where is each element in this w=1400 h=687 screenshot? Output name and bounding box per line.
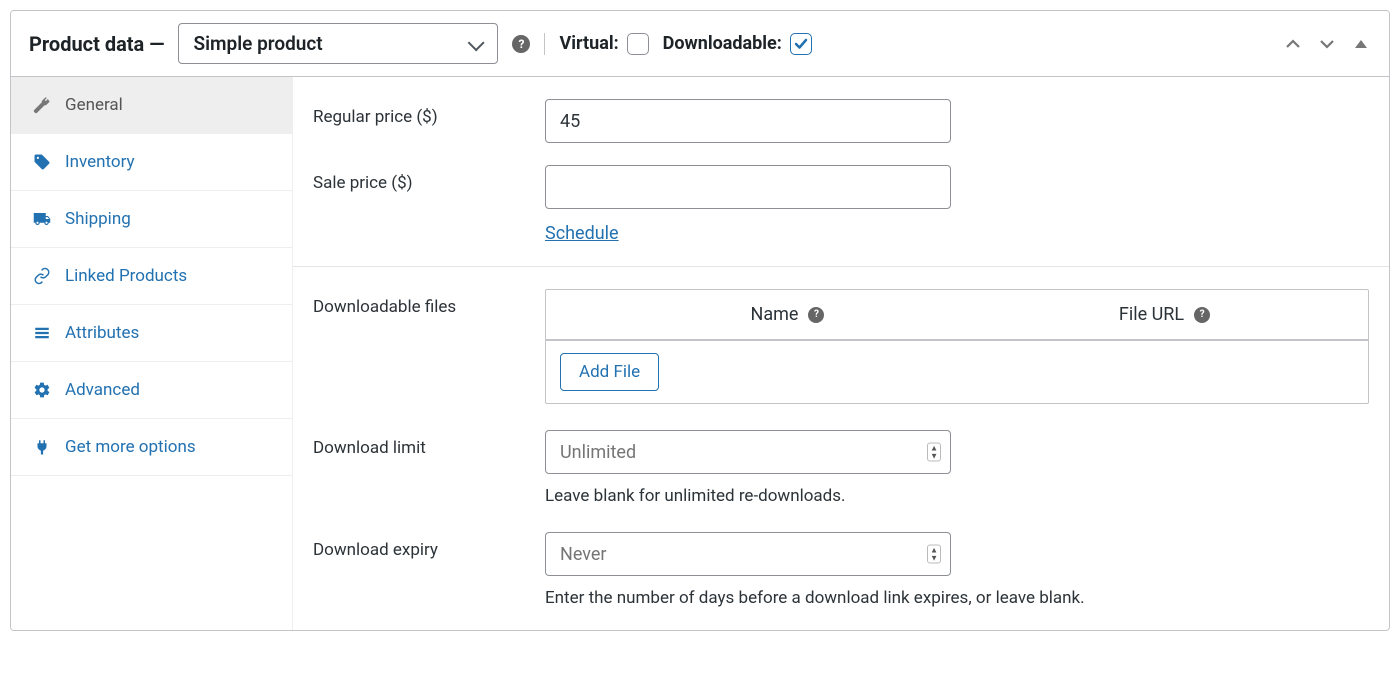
regular-price-row: Regular price ($) [293, 77, 1389, 165]
sale-price-label: Sale price ($) [313, 165, 545, 193]
sidebar-item-label: Advanced [65, 380, 140, 400]
download-limit-help: Leave blank for unlimited re-downloads. [545, 486, 1369, 506]
sidebar-item-inventory[interactable]: Inventory [11, 134, 292, 191]
download-expiry-row: Download expiry ▲▼ Enter the number of d… [293, 528, 1389, 630]
col-name-label: Name [751, 304, 799, 325]
truck-icon [33, 210, 51, 228]
product-data-panel: Product data — Simple product ? Virtual:… [10, 10, 1390, 631]
help-icon[interactable]: ? [512, 35, 530, 53]
sidebar-item-label: Inventory [65, 152, 135, 172]
virtual-label[interactable]: Virtual: [559, 33, 648, 55]
download-limit-label: Download limit [313, 430, 545, 458]
move-up-icon[interactable] [1283, 37, 1303, 51]
sidebar: General Inventory Shipping Linked Produc… [11, 77, 293, 630]
move-down-icon[interactable] [1317, 37, 1337, 51]
sidebar-item-label: Shipping [65, 209, 131, 229]
sidebar-item-attributes[interactable]: Attributes [11, 305, 292, 362]
panel-toggle-icons [1283, 37, 1371, 51]
stepper-icon[interactable]: ▲▼ [927, 545, 941, 564]
product-type-select[interactable]: Simple product [178, 23, 498, 64]
sidebar-item-label: General [65, 95, 123, 115]
download-expiry-input[interactable] [545, 532, 951, 576]
downloadable-label[interactable]: Downloadable: [663, 33, 812, 55]
product-type-value: Simple product [193, 32, 322, 55]
download-limit-input[interactable] [545, 430, 951, 474]
download-expiry-label: Download expiry [313, 532, 545, 560]
virtual-checkbox[interactable] [627, 33, 649, 55]
stepper-icon[interactable]: ▲▼ [927, 443, 941, 462]
schedule-link[interactable]: Schedule [545, 223, 619, 244]
link-icon [33, 267, 51, 285]
sidebar-item-general[interactable]: General [11, 77, 292, 134]
separator [544, 33, 545, 55]
chevron-down-icon [468, 39, 484, 49]
collapse-icon[interactable] [1351, 37, 1371, 51]
help-icon[interactable]: ? [808, 307, 824, 323]
add-file-button[interactable]: Add File [560, 353, 659, 391]
downloadable-files-row: Downloadable files Name ? File URL ? [293, 267, 1389, 426]
list-icon [33, 324, 51, 342]
tag-icon [33, 153, 51, 171]
sale-price-input[interactable] [545, 165, 951, 209]
sidebar-item-label: Linked Products [65, 266, 187, 286]
regular-price-input[interactable] [545, 99, 951, 143]
regular-price-label: Regular price ($) [313, 99, 545, 127]
col-url-label: File URL [1119, 304, 1184, 325]
sale-price-row: Sale price ($) Schedule [293, 165, 1389, 266]
sidebar-item-linked-products[interactable]: Linked Products [11, 248, 292, 305]
sidebar-item-shipping[interactable]: Shipping [11, 191, 292, 248]
sidebar-item-advanced[interactable]: Advanced [11, 362, 292, 419]
panel-title: Product data — [29, 32, 164, 56]
sidebar-item-label: Attributes [65, 323, 139, 343]
download-expiry-help: Enter the number of days before a downlo… [545, 588, 1369, 608]
download-limit-row: Download limit ▲▼ Leave blank for unlimi… [293, 426, 1389, 528]
sidebar-item-get-more-options[interactable]: Get more options [11, 419, 292, 476]
gear-icon [33, 381, 51, 399]
panel-header: Product data — Simple product ? Virtual:… [11, 11, 1389, 77]
files-table-header: Name ? File URL ? [546, 290, 1368, 341]
help-icon[interactable]: ? [1194, 307, 1210, 323]
downloadable-files-table: Name ? File URL ? Add File [545, 289, 1369, 404]
content: Regular price ($) Sale price ($) Schedul… [293, 77, 1389, 630]
downloadable-checkbox[interactable] [790, 33, 812, 55]
sidebar-item-label: Get more options [65, 437, 196, 457]
downloadable-files-label: Downloadable files [313, 289, 545, 317]
wrench-icon [33, 96, 51, 114]
plug-icon [33, 438, 51, 456]
